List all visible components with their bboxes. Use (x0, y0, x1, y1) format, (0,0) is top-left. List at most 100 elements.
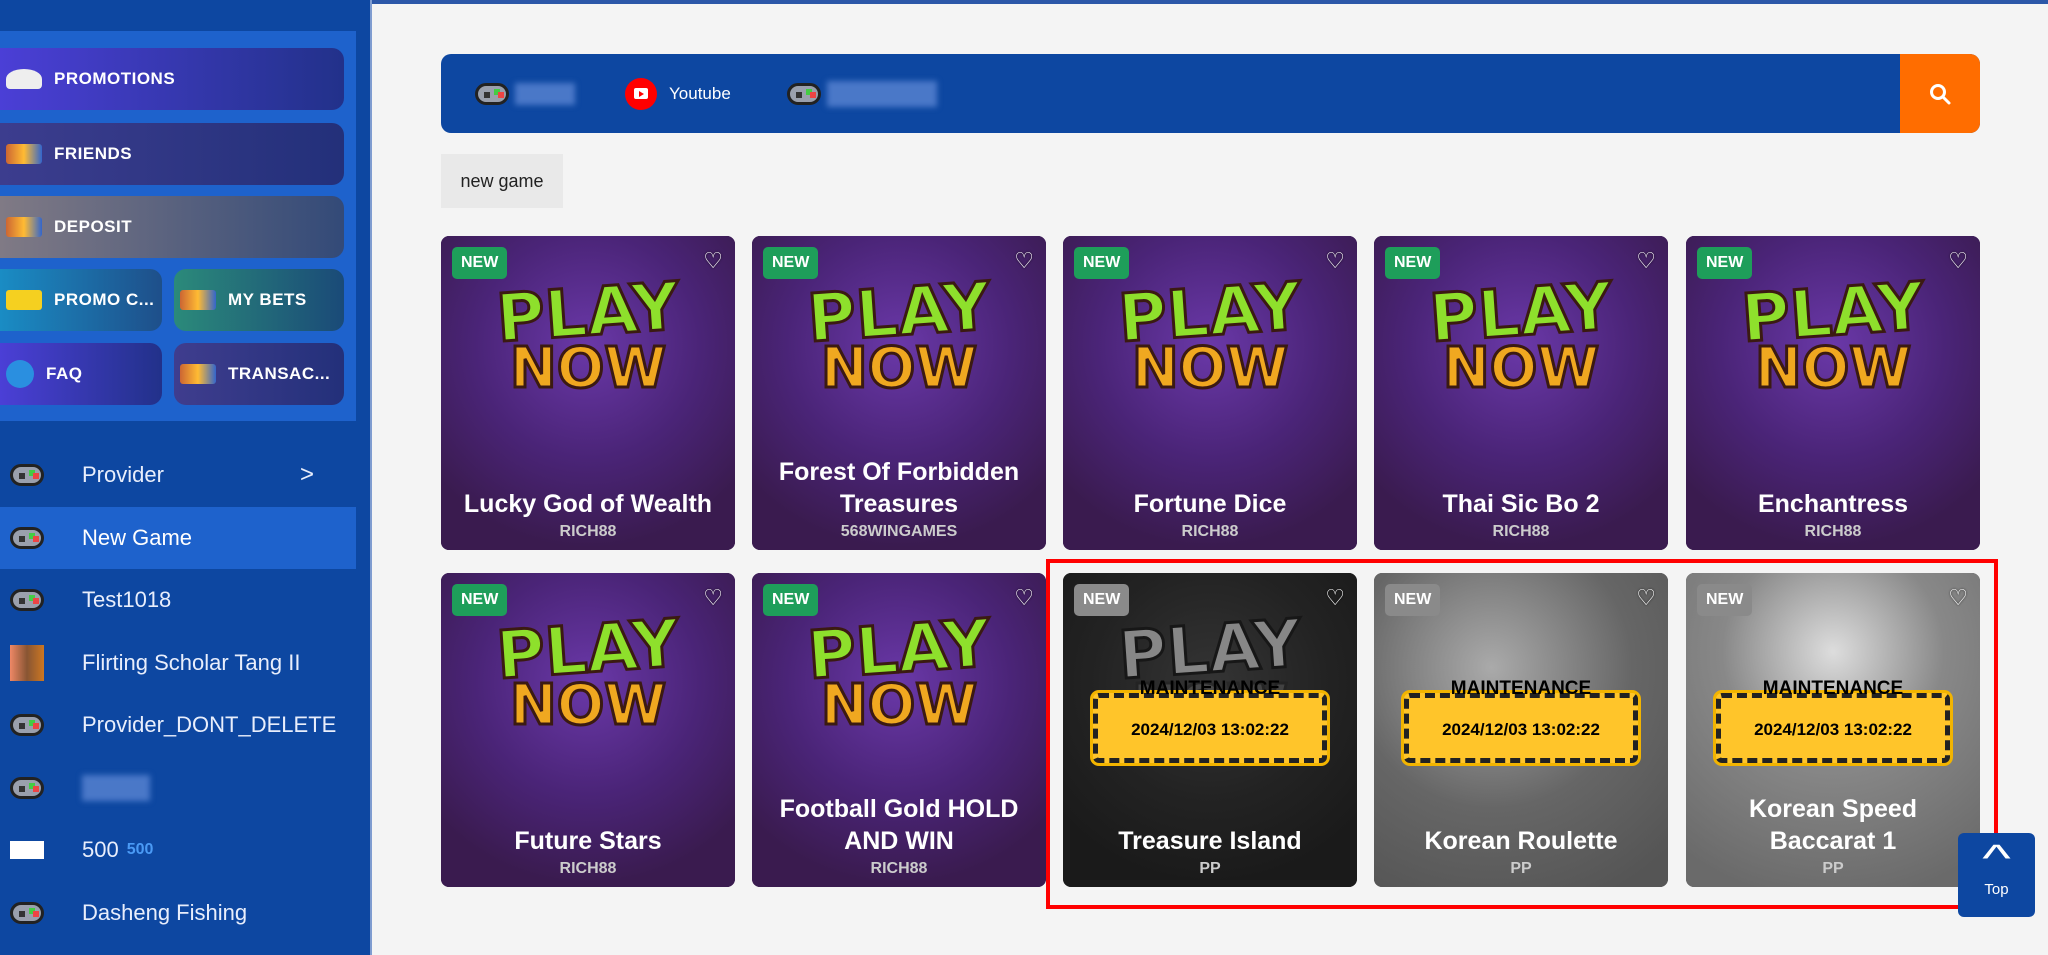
nav-item-500[interactable]: 500 500 (0, 819, 356, 881)
game-card[interactable]: PLAY NOW NEW ♡ Lucky God of Wealth RICH88 (441, 236, 735, 550)
new-badge: NEW (452, 247, 508, 279)
promo-code-icon (6, 290, 42, 310)
maintenance-time: 2024/12/03 13:02:22 (1442, 720, 1600, 739)
quick-menu-panel: PROMOTIONS FRIENDS DEPOSIT PROMO C... MY… (0, 31, 356, 421)
new-badge: NEW (452, 584, 508, 616)
maintenance-time: 2024/12/03 13:02:22 (1131, 720, 1289, 739)
game-title: Football Gold HOLD AND WIN (779, 795, 1019, 855)
back-to-top-button[interactable]: ^ Top (1958, 833, 2035, 917)
new-badge: NEW (763, 247, 819, 279)
nav-label: Flirting Scholar Tang II (82, 650, 301, 675)
nav-label: New Game (82, 525, 193, 550)
redacted-label (82, 775, 150, 801)
favorite-heart-icon[interactable]: ♡ (1636, 585, 1656, 611)
favorite-heart-icon[interactable]: ♡ (1325, 248, 1345, 274)
game-title: Enchantress (1757, 490, 1909, 518)
game-thumbnail-icon (10, 836, 44, 864)
faq-button[interactable]: FAQ (0, 343, 162, 405)
game-title: Treasure Island (1118, 827, 1302, 855)
game-title: Korean Speed Baccarat 1 (1748, 795, 1918, 855)
game-title: Korean Roulette (1424, 827, 1618, 855)
nav-item-redacted[interactable] (0, 757, 356, 819)
nav-label: 500 (82, 837, 119, 862)
provider-link-youtube[interactable]: Youtube (625, 77, 731, 110)
play-now-art: NOW (1441, 335, 1600, 403)
new-badge: NEW (1697, 247, 1753, 279)
game-provider: RICH88 (1181, 523, 1239, 540)
search-icon (1930, 83, 1951, 104)
game-provider: RICH88 (1804, 523, 1862, 540)
friends-label: FRIENDS (54, 144, 133, 163)
new-badge: NEW (1074, 247, 1130, 279)
gamepad-icon (10, 899, 44, 927)
gamepad-icon (10, 461, 44, 489)
game-card[interactable]: PLAY NOW NEW ♡ Forest Of Forbidden Treasures… (752, 236, 1046, 550)
filter-tag-new-game[interactable]: new game (441, 154, 563, 208)
nav-item-provider[interactable]: Provider > (0, 444, 356, 506)
my-bets-icon (180, 290, 216, 310)
maintenance-banner: MAINTENANCE 2024/12/03 13:02:22 (1716, 678, 1950, 763)
redacted-label (515, 82, 575, 105)
play-now-art: NOW (1130, 335, 1289, 403)
nav-label: Provider_DONT_DELETE (82, 712, 337, 737)
game-title: Lucky God of Wealth (463, 490, 713, 518)
game-title: Future Stars (514, 827, 662, 855)
faq-icon (6, 360, 34, 388)
maintenance-banner: MAINTENANCE 2024/12/03 13:02:22 (1093, 678, 1327, 763)
promotions-button[interactable]: PROMOTIONS (0, 48, 344, 110)
gamepad-icon (786, 82, 821, 105)
favorite-heart-icon[interactable]: ♡ (1948, 585, 1968, 611)
game-card[interactable]: PLAY NOW NEW ♡ Football Gold HOLD AND WIN RIC… (752, 573, 1046, 887)
game-title: Forest Of Forbidden Treasures (778, 458, 1020, 518)
search-button[interactable] (1900, 54, 1980, 133)
game-provider: RICH88 (559, 523, 617, 540)
game-card[interactable]: PLAY NOW NEW ♡ Thai Sic Bo 2 RICH88 (1374, 236, 1668, 550)
game-title: Thai Sic Bo 2 (1442, 490, 1600, 518)
promotions-label: PROMOTIONS (54, 69, 176, 88)
faq-label: FAQ (46, 364, 83, 383)
nav-item-new-game[interactable]: New Game (0, 507, 356, 569)
new-badge: NEW (1074, 584, 1130, 616)
game-provider: RICH88 (1492, 523, 1550, 540)
my-bets-label: MY BETS (228, 290, 307, 309)
game-card[interactable]: PLAYNOWNEW♡MAINTENANCE2024/12/03 13:02:2… (1063, 573, 1357, 887)
nav-label: Dasheng Fishing (82, 900, 248, 925)
gamepad-icon (10, 774, 44, 802)
game-title: Fortune Dice (1133, 490, 1287, 518)
game-card[interactable]: NEW ♡ MAINTENANCE 2024/12/03 13:02:22 Korean… (1374, 573, 1668, 887)
game-provider: PP (1510, 860, 1532, 877)
friends-button[interactable]: FRIENDS (0, 123, 344, 185)
favorite-heart-icon[interactable]: ♡ (1014, 248, 1034, 274)
nav-item-test1018[interactable]: Test1018 (0, 569, 356, 631)
favorite-heart-icon[interactable]: ♡ (1948, 248, 1968, 274)
favorite-heart-icon[interactable]: ♡ (703, 585, 723, 611)
play-now-art: NOW (508, 335, 667, 403)
game-provider: RICH88 (870, 860, 928, 877)
new-badge: NEW (1385, 247, 1441, 279)
game-card[interactable]: PLAY NOW NEW ♡ Fortune Dice RICH88 (1063, 236, 1357, 550)
favorite-heart-icon[interactable]: ♡ (1014, 585, 1034, 611)
transactions-button[interactable]: TRANSAC... (174, 343, 344, 405)
game-card[interactable]: PLAY NOW NEW ♡ Future Stars RICH88 (441, 573, 735, 887)
game-thumbnail-icon (10, 645, 44, 681)
sidebar: PROMOTIONS FRIENDS DEPOSIT PROMO C... MY… (0, 0, 372, 955)
provider-search-bar: Youtube (441, 54, 1980, 133)
favorite-heart-icon[interactable]: ♡ (1636, 248, 1656, 274)
nav-item-dasheng-fishing[interactable]: Dasheng Fishing (0, 882, 356, 944)
game-card[interactable]: PLAY NOW NEW ♡ Enchantress RICH88 (1686, 236, 1980, 550)
nav-item-flirting-scholar[interactable]: Flirting Scholar Tang II (0, 632, 356, 694)
maintenance-banner: MAINTENANCE 2024/12/03 13:02:22 (1404, 678, 1638, 763)
provider-link-redacted[interactable] (475, 82, 575, 105)
promo-code-button[interactable]: PROMO C... (0, 269, 162, 331)
chevron-up-icon: ^ (1982, 838, 2011, 880)
provider-link-redacted-2[interactable] (786, 80, 937, 107)
deposit-button[interactable]: DEPOSIT (0, 196, 344, 258)
nav-item-provider-dont-delete[interactable]: Provider_DONT_DELETE (0, 694, 356, 756)
favorite-heart-icon[interactable]: ♡ (1325, 585, 1345, 611)
favorite-heart-icon[interactable]: ♡ (703, 248, 723, 274)
my-bets-button[interactable]: MY BETS (174, 269, 344, 331)
game-provider: 568WINGAMES (840, 523, 958, 540)
nav-label: Provider (82, 462, 164, 487)
nav-label: Test1018 (82, 587, 172, 612)
transactions-label: TRANSAC... (228, 364, 331, 383)
